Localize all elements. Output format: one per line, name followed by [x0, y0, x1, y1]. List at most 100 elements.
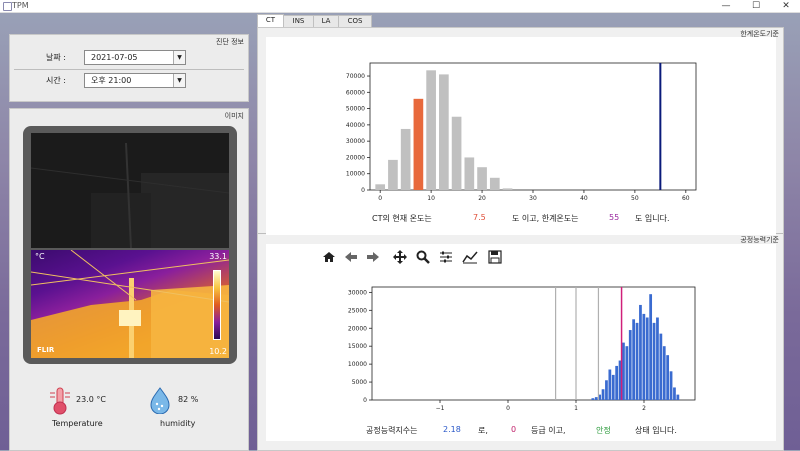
home-icon[interactable]: [322, 251, 336, 263]
histogram-bar: [625, 346, 629, 400]
capability-histogram: −1 0 1 2 0 5000 10000 15000 20000 25000 30000: [348, 286, 696, 412]
window-title: TPM: [12, 1, 29, 10]
histogram-bar: [669, 371, 673, 400]
forward-icon[interactable]: [366, 251, 380, 263]
x-tick-label: 0: [506, 405, 510, 412]
y-tick-label: 20000: [346, 154, 365, 161]
date-picker[interactable]: 2021-07-05 ▼: [84, 50, 186, 65]
x-tick-label: 20: [478, 195, 486, 202]
humidity-icon: [150, 387, 170, 414]
time-value: 오후 21:00: [91, 76, 132, 85]
time-label: 시간 :: [46, 76, 66, 85]
thermal-image: °C 33.1 10.2 FLIR: [31, 250, 229, 358]
capability-index-value: 2.18: [443, 425, 461, 434]
chevron-down-icon[interactable]: ▼: [173, 74, 185, 87]
histogram-bar: [642, 313, 646, 400]
y-tick-label: 60000: [346, 89, 365, 96]
limit-temp-value: 55: [609, 213, 620, 222]
histogram-bar: [611, 374, 615, 400]
tab-cos[interactable]: COS: [338, 15, 372, 27]
tab-ct[interactable]: CT: [257, 14, 284, 28]
x-tick-label: 2: [642, 405, 646, 412]
histogram-bar: [622, 342, 625, 400]
histogram-bar: [615, 365, 619, 400]
histogram-bar: [489, 177, 500, 190]
x-tick-label: 40: [580, 195, 588, 202]
humidity-label: humidity: [160, 419, 196, 428]
histogram-bar: [426, 70, 436, 190]
histogram-bar: [594, 397, 598, 400]
x-tick-label: 50: [631, 195, 639, 202]
tab-ins[interactable]: INS: [283, 15, 314, 27]
capability-status-value: 안정: [596, 426, 611, 435]
save-icon[interactable]: [488, 250, 502, 264]
y-tick-label: 0: [363, 397, 367, 404]
temperature-label: Temperature: [52, 419, 103, 428]
edit-curve-icon[interactable]: [462, 250, 478, 264]
histogram-bar: [413, 98, 424, 190]
back-icon[interactable]: [344, 251, 358, 263]
thermal-min-temp: 10.2: [209, 347, 227, 356]
histogram-bar: [656, 317, 659, 400]
histogram-bar: [605, 380, 608, 400]
histogram-bar: [388, 159, 398, 190]
thermal-scale-bar: [213, 270, 221, 340]
thermal-max-temp: 33.1: [209, 252, 227, 261]
capability-info-mid1: 로,: [478, 426, 488, 435]
tab-la[interactable]: LA: [313, 15, 339, 27]
histogram-bar: [676, 394, 680, 400]
x-tick-label: 10: [427, 195, 435, 202]
histogram-bar: [451, 116, 462, 190]
limit-chart-canvas: 0 10 20 30 40 50 60 0 10000 20000 30000 40000 50000 6…: [266, 37, 776, 235]
close-button[interactable]: ✕: [772, 0, 800, 12]
histogram-bar: [673, 387, 676, 400]
chevron-down-icon[interactable]: ▼: [173, 51, 185, 64]
y-tick-label: 0: [361, 187, 365, 194]
y-tick-label: 25000: [348, 307, 367, 314]
histogram-bar: [645, 317, 649, 400]
zoom-icon[interactable]: [416, 250, 430, 264]
histogram-bar: [439, 74, 449, 190]
histogram-bar: [375, 184, 386, 190]
y-tick-label: 5000: [352, 379, 367, 386]
histogram-bar: [652, 322, 656, 400]
thermal-unit-label: °C: [35, 252, 45, 261]
humidity-value: 82 %: [178, 395, 199, 404]
limit-info-prefix: CT의 현재 온도는: [372, 214, 432, 223]
date-label: 날짜 :: [46, 53, 66, 62]
y-tick-label: 15000: [348, 343, 367, 350]
histogram-bar: [464, 157, 475, 190]
pan-icon[interactable]: [393, 250, 407, 264]
x-tick-label: 60: [682, 195, 690, 202]
date-value: 2021-07-05: [91, 53, 138, 62]
current-temp-value: 7.5: [473, 213, 486, 222]
flir-logo: FLIR: [37, 346, 55, 354]
x-tick-label: −1: [436, 405, 445, 412]
app-icon: [3, 2, 12, 11]
thermometer-icon: [50, 387, 70, 415]
histogram-bar: [400, 128, 411, 190]
minimize-button[interactable]: —: [712, 0, 740, 12]
y-tick-label: 40000: [346, 122, 365, 129]
histogram-bar: [632, 319, 636, 400]
capability-info-prefix: 공정능력지수는: [366, 426, 418, 435]
maximize-button[interactable]: ☐: [742, 0, 770, 12]
x-tick-label: 1: [574, 405, 578, 412]
limit-info-suffix: 도 입니다.: [635, 214, 670, 223]
histogram-bar: [601, 389, 605, 400]
night-scene: [31, 133, 229, 248]
histogram-bar: [635, 322, 639, 400]
divider: [14, 69, 244, 70]
histogram-bar: [649, 294, 653, 400]
x-tick-label: 0: [378, 195, 382, 202]
x-tick-label: 30: [529, 195, 537, 202]
diagnostic-info-panel: 진단 정보 날짜 : 2021-07-05 ▼ 시간 : 오후 21:00 ▼: [9, 34, 249, 102]
y-tick-label: 30000: [346, 138, 365, 145]
time-picker[interactable]: 오후 21:00 ▼: [84, 73, 186, 88]
y-tick-label: 70000: [346, 73, 365, 80]
visual-image: [31, 133, 229, 248]
title-bar: TPM — ☐ ✕: [0, 0, 800, 13]
configure-icon[interactable]: [439, 251, 453, 263]
diagnostic-info-title: 진단 정보: [216, 38, 244, 46]
limit-temperature-histogram: 0 10 20 30 40 50 60 0 10000 20000 30000 40000 50000 6…: [346, 62, 697, 202]
